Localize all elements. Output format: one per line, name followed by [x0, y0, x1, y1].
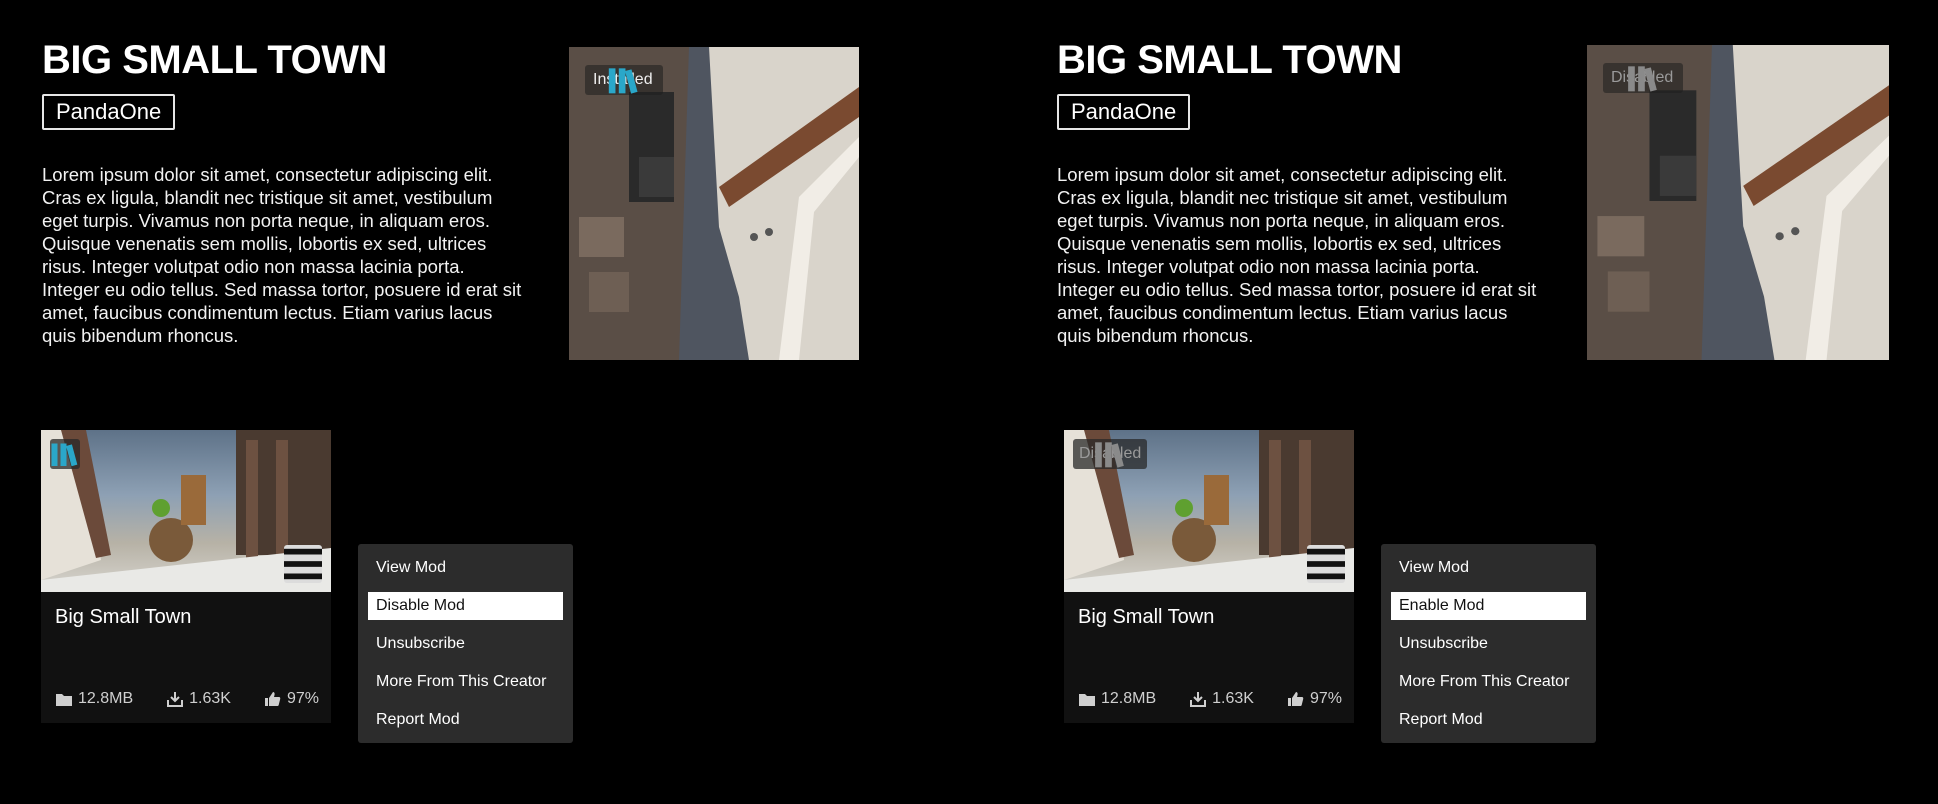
menu-item-more-from-creator[interactable]: More From This Creator: [1391, 668, 1586, 696]
mod-stats: 12.8MB 1.63K 97%: [1078, 690, 1342, 708]
mod-title: BIG SMALL TOWN: [1057, 38, 1402, 82]
download-icon: [167, 692, 184, 707]
thumbs-up-icon: [1287, 692, 1304, 706]
hamburger-icon: [1307, 548, 1345, 580]
menu-item-report-mod[interactable]: Report Mod: [1391, 706, 1586, 734]
disabled-status-badge: Disabled: [1603, 63, 1684, 93]
download-icon: [1190, 692, 1207, 707]
menu-item-disable-mod[interactable]: Disable Mod: [368, 592, 563, 620]
file-size-stat: 12.8MB: [1078, 690, 1156, 708]
installed-status-badge: Installed: [585, 65, 663, 95]
file-size-value: 12.8MB: [78, 690, 134, 707]
downloads-value: 1.63K: [189, 690, 231, 707]
downloads-value: 1.63K: [1212, 690, 1254, 707]
file-size-value: 12.8MB: [1101, 690, 1157, 707]
menu-item-unsubscribe[interactable]: Unsubscribe: [368, 630, 563, 658]
mod-title: BIG SMALL TOWN: [42, 38, 387, 82]
hero-image: Disabled: [1587, 45, 1889, 360]
downloads-stat: 1.63K: [166, 690, 231, 708]
mod-card-name[interactable]: Big Small Town: [1078, 606, 1214, 629]
menu-item-view-mod[interactable]: View Mod: [368, 554, 563, 582]
mod-panel-installed: BIG SMALL TOWN PandaOne Lorem ipsum dolo…: [0, 0, 969, 804]
rating-stat: 97%: [264, 690, 319, 708]
mod-description: Lorem ipsum dolor sit amet, consectetur …: [1057, 164, 1537, 346]
rating-value: 97%: [1309, 690, 1342, 707]
mod-panel-disabled: BIG SMALL TOWN PandaOne Lorem ipsum dolo…: [1015, 0, 1938, 804]
card-status-badge: [50, 439, 80, 469]
mod-card-thumbnail[interactable]: Disabled: [1064, 430, 1354, 592]
menu-item-report-mod[interactable]: Report Mod: [368, 706, 563, 734]
library-icon: [608, 68, 638, 94]
card-menu-button[interactable]: [1307, 545, 1345, 583]
mod-stats: 12.8MB 1.63K 97%: [55, 690, 319, 708]
file-size-stat: 12.8MB: [55, 690, 133, 708]
rating-value: 97%: [286, 690, 319, 707]
menu-item-more-from-creator[interactable]: More From This Creator: [368, 668, 563, 696]
rating-stat: 97%: [1287, 690, 1342, 708]
menu-item-enable-mod[interactable]: Enable Mod: [1391, 592, 1586, 620]
menu-item-view-mod[interactable]: View Mod: [1391, 554, 1586, 582]
library-icon: [1628, 66, 1657, 92]
card-menu-button[interactable]: [284, 545, 322, 583]
mod-context-menu: View Mod Enable Mod Unsubscribe More Fro…: [1381, 544, 1596, 743]
menu-item-unsubscribe[interactable]: Unsubscribe: [1391, 630, 1586, 658]
mod-card-thumbnail[interactable]: [41, 430, 331, 592]
mod-description: Lorem ipsum dolor sit amet, consectetur …: [42, 164, 522, 346]
mod-context-menu: View Mod Disable Mod Unsubscribe More Fr…: [358, 544, 573, 743]
mod-card[interactable]: Big Small Town 12.8MB 1.63K 97%: [41, 430, 331, 723]
card-status-badge: Disabled: [1073, 439, 1148, 469]
folder-icon: [56, 694, 72, 706]
mod-card-name[interactable]: Big Small Town: [55, 606, 191, 629]
library-icon: [1095, 442, 1124, 468]
thumbs-up-icon: [264, 692, 281, 706]
author-tag[interactable]: PandaOne: [1057, 94, 1191, 130]
library-icon: [51, 443, 78, 467]
mod-card[interactable]: Disabled Big Small Town 12.8MB 1.63K: [1064, 430, 1354, 723]
hamburger-icon: [284, 548, 322, 580]
hero-image: Installed: [569, 47, 859, 360]
author-tag[interactable]: PandaOne: [42, 94, 176, 130]
downloads-stat: 1.63K: [1189, 690, 1254, 708]
folder-icon: [1079, 694, 1095, 706]
